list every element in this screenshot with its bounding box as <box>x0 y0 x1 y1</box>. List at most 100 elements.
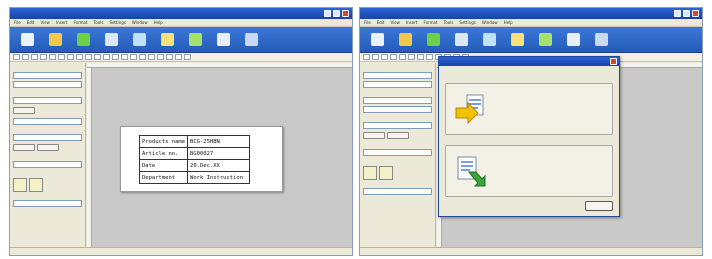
label-table[interactable]: Products name BCG-25HBN Article no. BG00027… <box>138 135 251 184</box>
print-tool-button[interactable] <box>422 32 444 47</box>
table-tool-button[interactable] <box>212 32 234 47</box>
text-tool-button[interactable] <box>128 32 150 47</box>
barcode-tool-button[interactable] <box>506 32 528 47</box>
open-tool-button[interactable] <box>44 32 66 47</box>
panel-field[interactable] <box>363 188 432 195</box>
menu-tools[interactable]: Tools <box>94 20 104 25</box>
menu-view[interactable]: View <box>390 20 400 25</box>
align-left-button[interactable] <box>13 178 27 192</box>
format-tool[interactable] <box>31 54 38 60</box>
menu-window[interactable]: Window <box>132 20 148 25</box>
menu-file[interactable]: File <box>14 20 21 25</box>
panel-button[interactable] <box>13 107 35 114</box>
new-tool-button[interactable] <box>366 32 388 47</box>
menu-format[interactable]: Format <box>73 20 87 25</box>
format-tool[interactable] <box>148 54 155 60</box>
menu-insert[interactable]: Insert <box>406 20 417 25</box>
label-table-row[interactable]: Date 20.Dec.XX <box>138 159 251 172</box>
format-tool[interactable] <box>94 54 101 60</box>
panel-button[interactable] <box>387 132 409 139</box>
menu-view[interactable]: View <box>40 20 50 25</box>
panel-field[interactable] <box>363 106 432 113</box>
format-tool[interactable] <box>157 54 164 60</box>
menu-file[interactable]: File <box>364 20 371 25</box>
barcode-tool-button[interactable] <box>156 32 178 47</box>
format-tool[interactable] <box>130 54 137 60</box>
minimize-button[interactable] <box>674 10 681 17</box>
panel-field[interactable] <box>13 200 82 207</box>
database-tool-button[interactable] <box>590 32 612 47</box>
close-button[interactable] <box>342 10 349 17</box>
panel-field[interactable] <box>363 72 432 79</box>
menu-edit[interactable]: Edit <box>27 20 35 25</box>
panel-button[interactable] <box>13 144 35 151</box>
format-tool[interactable] <box>76 54 83 60</box>
menu-tools[interactable]: Tools <box>444 20 454 25</box>
new-tool-button[interactable] <box>16 32 38 47</box>
format-tool[interactable] <box>13 54 20 60</box>
panel-field[interactable] <box>363 149 432 156</box>
format-tool[interactable] <box>184 54 191 60</box>
dialog-close-button[interactable] <box>610 58 617 65</box>
menu-format[interactable]: Format <box>423 20 437 25</box>
format-tool[interactable] <box>112 54 119 60</box>
cut-tool-button[interactable] <box>100 32 122 47</box>
label-table-row[interactable]: Article no. BG00027 <box>138 147 251 160</box>
panel-button[interactable] <box>37 144 59 151</box>
close-button[interactable] <box>692 10 699 17</box>
panel-button[interactable] <box>363 132 385 139</box>
format-tool[interactable] <box>139 54 146 60</box>
panel-field[interactable] <box>13 134 82 141</box>
menu-edit[interactable]: Edit <box>377 20 385 25</box>
label-table-row[interactable]: Products name BCG-25HBN <box>138 135 251 148</box>
cut-tool-button[interactable] <box>450 32 472 47</box>
image-tool-button[interactable] <box>184 32 206 47</box>
text-tool-button[interactable] <box>478 32 500 47</box>
open-tool-button[interactable] <box>394 32 416 47</box>
dialog-option-1[interactable] <box>445 83 613 135</box>
format-tool[interactable] <box>417 54 424 60</box>
format-tool[interactable] <box>49 54 56 60</box>
format-tool[interactable] <box>67 54 74 60</box>
align-center-button[interactable] <box>29 178 43 192</box>
format-tool[interactable] <box>40 54 47 60</box>
format-tool[interactable] <box>363 54 370 60</box>
format-tool[interactable] <box>399 54 406 60</box>
panel-field[interactable] <box>363 122 432 129</box>
menu-settings[interactable]: Settings <box>459 20 475 25</box>
maximize-button[interactable] <box>333 10 340 17</box>
format-tool[interactable] <box>85 54 92 60</box>
print-tool-button[interactable] <box>72 32 94 47</box>
format-tool[interactable] <box>426 54 433 60</box>
label-field-value[interactable]: BCG-25HBN <box>187 135 251 148</box>
maximize-button[interactable] <box>683 10 690 17</box>
align-left-button[interactable] <box>363 166 377 180</box>
format-tool[interactable] <box>408 54 415 60</box>
label-table-row[interactable]: Department Work Instruction <box>138 171 251 184</box>
panel-field[interactable] <box>13 118 82 125</box>
menu-settings[interactable]: Settings <box>109 20 125 25</box>
minimize-button[interactable] <box>324 10 331 17</box>
align-center-button[interactable] <box>379 166 393 180</box>
format-tool[interactable] <box>58 54 65 60</box>
panel-field[interactable] <box>363 81 432 88</box>
left-design-canvas[interactable]: Products name BCG-25HBN Article no. BG00027… <box>87 63 352 247</box>
format-tool[interactable] <box>103 54 110 60</box>
database-tool-button[interactable] <box>240 32 262 47</box>
format-tool[interactable] <box>166 54 173 60</box>
panel-field[interactable] <box>13 72 82 79</box>
panel-field[interactable] <box>363 97 432 104</box>
panel-field[interactable] <box>13 161 82 168</box>
panel-field[interactable] <box>13 81 82 88</box>
table-tool-button[interactable] <box>562 32 584 47</box>
menu-window[interactable]: Window <box>482 20 498 25</box>
menu-help[interactable]: Help <box>504 20 513 25</box>
format-tool[interactable] <box>381 54 388 60</box>
dialog-option-2[interactable] <box>445 145 613 197</box>
label-field-value[interactable]: 20.Dec.XX <box>187 159 251 172</box>
format-tool[interactable] <box>372 54 379 60</box>
image-tool-button[interactable] <box>534 32 556 47</box>
panel-field[interactable] <box>13 97 82 104</box>
menu-help[interactable]: Help <box>154 20 163 25</box>
label-page[interactable]: Products name BCG-25HBN Article no. BG00027… <box>120 126 283 192</box>
